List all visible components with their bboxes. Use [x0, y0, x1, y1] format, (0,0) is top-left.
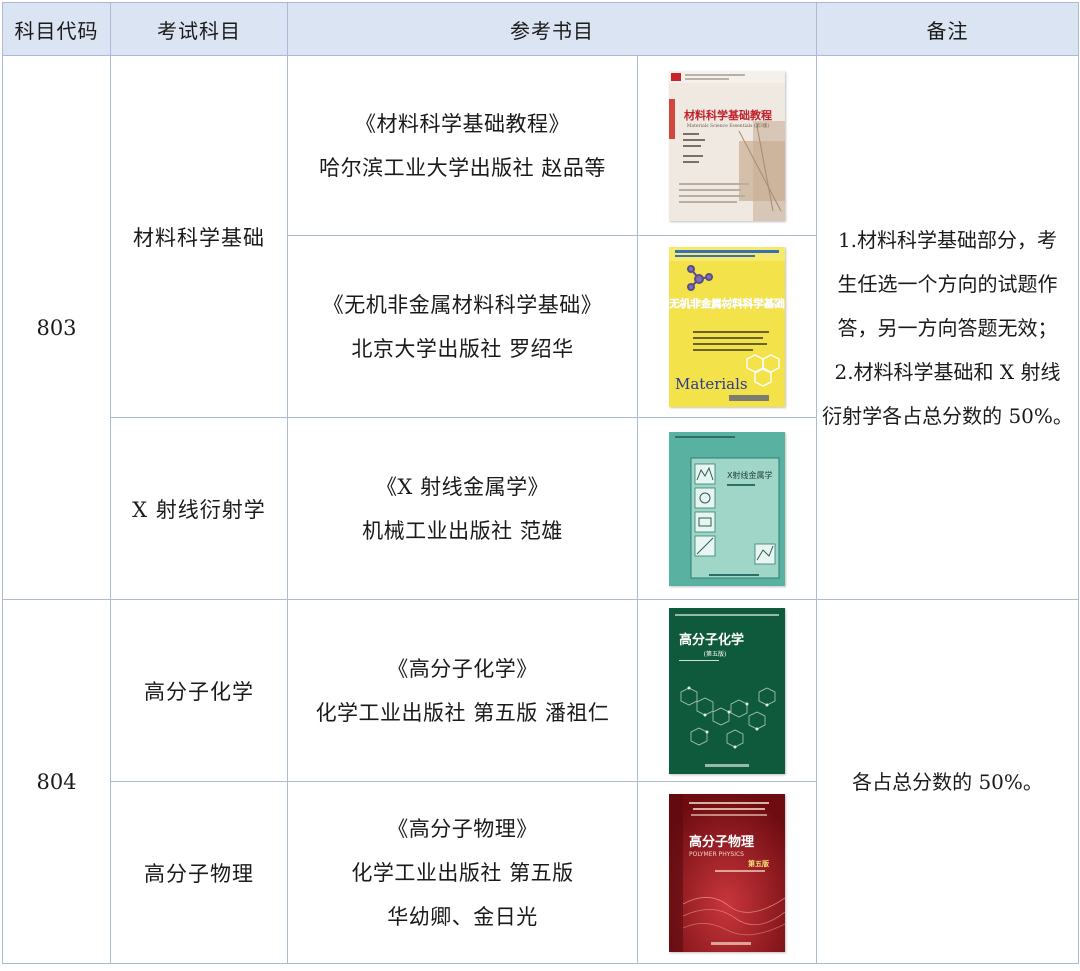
book-title: 《材料科学基础教程》	[355, 111, 570, 136]
subject-name: 高分子化学	[110, 599, 288, 782]
exam-table: 科目代码 考试科目 参考书目 备注 803 材料科学基础 《材料科学基础教程》 …	[2, 2, 1079, 964]
note-line: 答，另一方向答题无效；	[837, 315, 1058, 340]
subject-code: 804	[2, 599, 111, 964]
cover-subtitle: POLYMER PHYSICS	[689, 851, 744, 858]
cover-title: 高分子化学	[679, 632, 744, 648]
book-cover-image: 高分子化学 (第五版)	[669, 607, 785, 774]
book-info: 《无机非金属材料科学基础》 北京大学出版社 罗绍华	[287, 235, 638, 418]
subject-name: X 射线衍射学	[110, 417, 288, 600]
book-info: 《高分子物理》 化学工业出版社 第五版 华幼卿、金日光	[287, 781, 638, 964]
note-line: 衍射学各占总分数的 50%。	[822, 403, 1073, 428]
book-info: 《高分子化学》 化学工业出版社 第五版 潘祖仁	[287, 599, 638, 782]
book-cover-cell: X射线金属学	[637, 417, 817, 600]
subject-code: 803	[2, 55, 111, 600]
book-publisher: 机械工业出版社 范雄	[362, 518, 563, 543]
book-title: 《高分子物理》	[387, 816, 538, 841]
book-title: 《高分子化学》	[387, 656, 538, 681]
note-line: 各占总分数的 50%。	[852, 769, 1043, 794]
book-authors: 华幼卿、金日光	[387, 904, 538, 929]
note-cell: 各占总分数的 50%。	[816, 599, 1079, 964]
book-title: 《X 射线金属学》	[375, 474, 550, 499]
header-books: 参考书目	[287, 2, 817, 56]
book-cover-image: X射线金属学	[669, 431, 785, 586]
cover-edition: 第五版	[748, 859, 769, 868]
header-notes: 备注	[816, 2, 1079, 56]
cover-subtitle: (第五版)	[704, 650, 727, 658]
book-cover-cell: 高分子物理 POLYMER PHYSICS 第五版	[637, 781, 817, 964]
book-publisher: 化学工业出版社 第五版 潘祖仁	[315, 700, 610, 725]
cover-title: X射线金属学	[727, 470, 772, 480]
subject-name: 高分子物理	[110, 781, 288, 964]
book-publisher: 化学工业出版社 第五版	[351, 860, 574, 885]
header-row: 科目代码 考试科目 参考书目 备注	[2, 2, 1079, 56]
note-line: 生任选一个方向的试题作	[837, 271, 1058, 296]
book-title: 《无机非金属材料科学基础》	[322, 292, 603, 317]
book-info: 《材料科学基础教程》 哈尔滨工业大学出版社 赵品等	[287, 55, 638, 236]
cover-subtitle: Materials	[675, 375, 748, 393]
book-info: 《X 射线金属学》 机械工业出版社 范雄	[287, 417, 638, 600]
book-cover-cell: 无机非金属材料科学基础 Materials	[637, 235, 817, 418]
table-row: 804 高分子化学 《高分子化学》 化学工业出版社 第五版 潘祖仁 高分子化学 …	[2, 599, 1079, 964]
note-line: 2.材料科学基础和 X 射线	[834, 359, 1061, 384]
book-publisher: 哈尔滨工业大学出版社 赵品等	[319, 155, 606, 180]
subject-name: 材料科学基础	[110, 55, 288, 418]
cover-title: 材料科学基础教程	[684, 108, 772, 122]
note-cell: 1.材料科学基础部分，考 生任选一个方向的试题作 答，另一方向答题无效； 2.材…	[816, 55, 1079, 600]
book-cover-image: 材料科学基础教程 Materials Science Essentials (第…	[669, 70, 785, 221]
cover-title: 无机非金属材料科学基础	[669, 297, 785, 310]
header-code: 科目代码	[2, 2, 111, 56]
book-cover-image: 无机非金属材料科学基础 Materials	[669, 246, 785, 407]
book-cover-cell: 材料科学基础教程 Materials Science Essentials (第…	[637, 55, 817, 236]
header-subject: 考试科目	[110, 2, 288, 56]
cover-title: 高分子物理	[689, 834, 754, 850]
note-line: 1.材料科学基础部分，考	[837, 227, 1058, 252]
table-row: 803 材料科学基础 《材料科学基础教程》 哈尔滨工业大学出版社 赵品等 材料科…	[2, 55, 1079, 600]
book-cover-image: 高分子物理 POLYMER PHYSICS 第五版	[669, 793, 785, 952]
book-publisher: 北京大学出版社 罗绍华	[351, 336, 574, 361]
book-cover-cell: 高分子化学 (第五版)	[637, 599, 817, 782]
cover-subtitle: Materials Science Essentials (第3版)	[687, 122, 770, 129]
